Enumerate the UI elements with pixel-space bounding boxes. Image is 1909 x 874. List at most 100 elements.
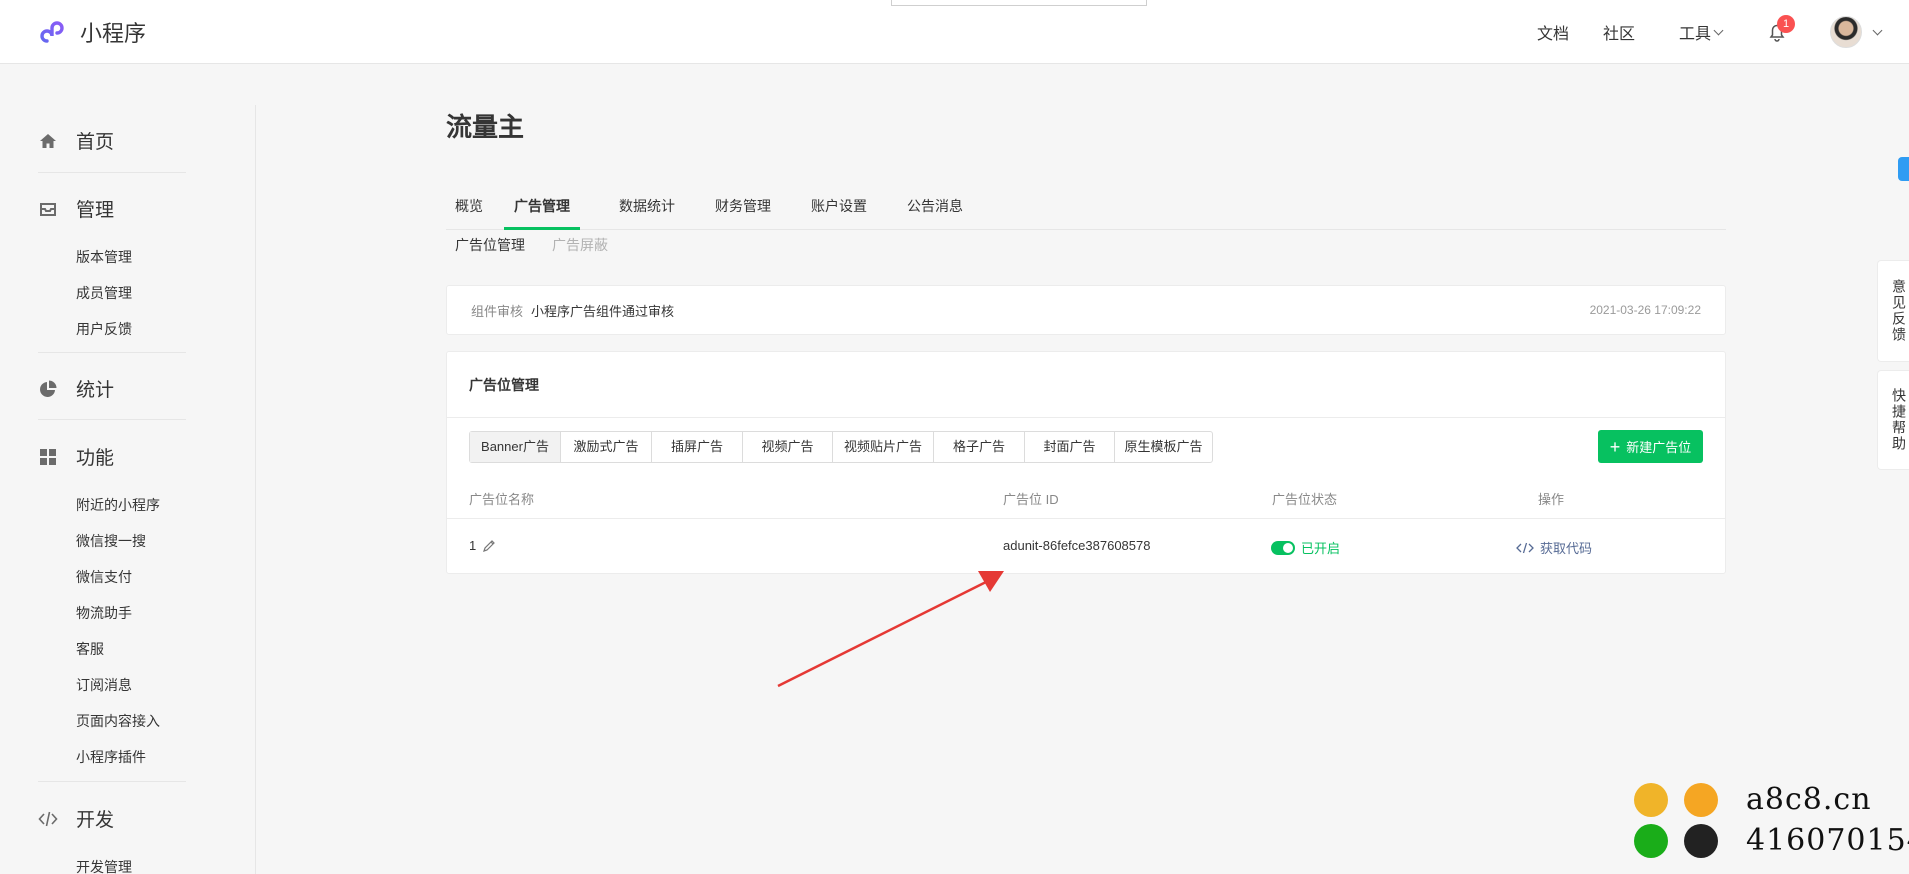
ad-type-grid[interactable]: 格子广告 (933, 432, 1024, 462)
wechat-icon (1634, 823, 1668, 858)
badge-icon (1634, 782, 1668, 817)
pencil-icon[interactable] (482, 539, 496, 553)
nav-community[interactable]: 社区 (1603, 20, 1635, 44)
ad-type-banner[interactable]: Banner广告 (470, 432, 560, 462)
ad-type-interstitial[interactable]: 插屏广告 (651, 432, 742, 462)
chevron-down-icon[interactable] (1872, 25, 1883, 35)
column-header-action: 操作 (1538, 492, 1565, 507)
sidebar-item-stats[interactable]: 统计 (38, 375, 114, 402)
tab-account-settings[interactable]: 账户设置 (811, 185, 867, 230)
sidebar: 首页 管理 版本管理 成员管理 用户反馈 统计 功能 附近的小程序 微信搜一搜 … (0, 65, 256, 874)
code-icon (1516, 542, 1534, 553)
notice-time: 2021-03-26 17:09:22 (1589, 303, 1701, 317)
sidebar-separator (38, 172, 186, 173)
sidebar-divider (255, 105, 256, 874)
sidebar-item-features[interactable]: 功能 (38, 443, 114, 470)
main-tabs: 概览 广告管理 数据统计 财务管理 账户设置 公告消息 (446, 185, 1726, 230)
pie-chart-icon (40, 380, 57, 397)
sidebar-item-user-feedback[interactable]: 用户反馈 (76, 319, 132, 339)
app-name: 小程序 (80, 21, 147, 46)
page-title: 流量主 (446, 112, 525, 142)
watermark: a8c8.cn 416070154 (1630, 778, 1909, 874)
watermark-site: a8c8.cn (1746, 782, 1872, 817)
quick-help-button[interactable]: 快捷帮助 (1877, 370, 1909, 470)
table-row: 1 adunit-86fefce387608578 已开启 获取代码 (447, 520, 1725, 574)
new-adunit-label: 新建广告位 (1626, 440, 1692, 455)
tab-data-stats[interactable]: 数据统计 (619, 185, 675, 230)
card-title: 广告位管理 (469, 377, 539, 393)
ad-type-video-patch[interactable]: 视频贴片广告 (832, 432, 933, 462)
notice-value: 小程序广告组件通过审核 (531, 303, 675, 319)
notification-button[interactable]: 1 (1766, 15, 1795, 43)
sidebar-item-page-content[interactable]: 页面内容接入 (76, 711, 160, 731)
top-nav: 文档 社区 工具 1 (1503, 0, 1909, 64)
inbox-icon (40, 202, 56, 216)
adunit-name: 1 (469, 538, 477, 553)
column-header-id: 广告位 ID (1003, 492, 1059, 507)
column-header-name: 广告位名称 (469, 492, 535, 507)
watermark-qq: 416070154 (1746, 823, 1909, 858)
adunit-card: 广告位管理 Banner广告 激励式广告 插屏广告 视频广告 视频贴片广告 格子… (446, 351, 1726, 574)
nav-docs[interactable]: 文档 (1537, 20, 1569, 44)
get-code-label: 获取代码 (1540, 541, 1593, 556)
tab-finance[interactable]: 财务管理 (715, 185, 771, 230)
sidebar-item-wechat-pay[interactable]: 微信支付 (76, 567, 132, 587)
ad-type-cover[interactable]: 封面广告 (1024, 432, 1114, 462)
grid-icon (40, 448, 56, 465)
arrowhead-icon (978, 571, 1004, 592)
ad-type-switch: Banner广告 激励式广告 插屏广告 视频广告 视频贴片广告 格子广告 封面广… (469, 431, 1213, 463)
sidebar-item-subscribe-message[interactable]: 订阅消息 (76, 675, 132, 695)
ad-type-rewarded[interactable]: 激励式广告 (560, 432, 651, 462)
sidebar-item-plugins[interactable]: 小程序插件 (76, 747, 146, 767)
sidebar-item-dev-management[interactable]: 开发管理 (76, 857, 132, 874)
notice-key: 组件审核 (471, 303, 524, 319)
sidebar-item-dev[interactable]: 开发 (38, 805, 114, 832)
status-text: 已开启 (1301, 541, 1341, 556)
sidebar-separator (38, 419, 186, 420)
home-icon (40, 133, 56, 148)
sidebar-item-customer-service[interactable]: 客服 (76, 639, 104, 659)
chevron-down-icon (1713, 25, 1724, 35)
sidebar-item-wechat-search[interactable]: 微信搜一搜 (76, 531, 146, 551)
sidebar-item-home[interactable]: 首页 (38, 127, 114, 154)
sidebar-item-label: 功能 (76, 448, 115, 469)
sidebar-item-nearby[interactable]: 附近的小程序 (76, 495, 160, 515)
float-link-icon[interactable] (1898, 157, 1909, 181)
adunit-status-cell: 已开启 (1271, 538, 1340, 557)
miniprogram-logo-icon (40, 21, 64, 43)
logo[interactable]: 小程序 (38, 16, 146, 48)
code-icon (38, 811, 58, 826)
sidebar-separator (38, 781, 186, 782)
status-toggle[interactable] (1271, 540, 1295, 555)
plus-icon: + (1609, 436, 1621, 457)
new-adunit-button[interactable]: + 新建广告位 (1598, 430, 1703, 463)
adunit-id: adunit-86fefce387608578 (1003, 538, 1151, 553)
sidebar-item-member-management[interactable]: 成员管理 (76, 283, 132, 303)
tab-announcements[interactable]: 公告消息 (907, 185, 963, 230)
ad-type-video[interactable]: 视频广告 (742, 432, 832, 462)
sidebar-item-label: 开发 (76, 810, 115, 831)
ad-type-native-template[interactable]: 原生模板广告 (1114, 432, 1212, 462)
sidebar-item-manage[interactable]: 管理 (38, 195, 114, 222)
sidebar-item-logistics[interactable]: 物流助手 (76, 603, 132, 623)
tab-overview[interactable]: 概览 (455, 185, 483, 230)
subtab-ad-block[interactable]: 广告屏蔽 (552, 235, 608, 255)
sidebar-separator (38, 352, 186, 353)
divider (447, 417, 1725, 418)
get-code-link[interactable]: 获取代码 (1516, 538, 1592, 557)
review-notice: 组件审核 小程序广告组件通过审核 2021-03-26 17:09:22 (446, 285, 1726, 335)
feedback-button[interactable]: 意见反馈 (1877, 260, 1909, 362)
window-notch (891, 0, 1147, 6)
sidebar-item-label: 统计 (76, 380, 115, 401)
subtab-adunit-management[interactable]: 广告位管理 (455, 235, 525, 255)
nav-tools[interactable]: 工具 (1679, 20, 1724, 44)
sidebar-item-label: 管理 (76, 200, 115, 221)
table-header: 广告位名称 广告位 ID 广告位状态 操作 (447, 475, 1725, 519)
column-header-status: 广告位状态 (1272, 492, 1338, 507)
notification-badge: 1 (1777, 15, 1795, 33)
top-bar: 小程序 文档 社区 工具 1 (0, 0, 1909, 64)
tab-ad-management[interactable]: 广告管理 (504, 185, 580, 230)
sidebar-item-version-management[interactable]: 版本管理 (76, 247, 132, 267)
avatar[interactable] (1830, 16, 1862, 48)
adunit-name-cell: 1 (469, 538, 496, 553)
